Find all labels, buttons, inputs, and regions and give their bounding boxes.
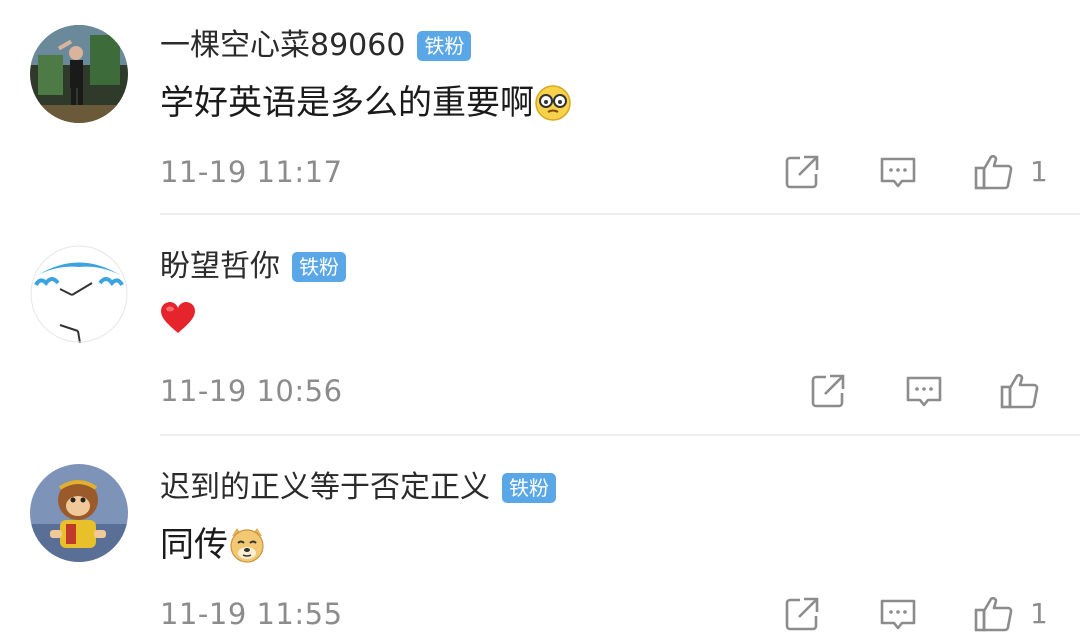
share-icon xyxy=(811,374,845,408)
fan-badge: 铁粉 xyxy=(292,252,346,282)
thumbs-up-icon xyxy=(974,154,1013,190)
name-row: 一棵空心菜89060 铁粉 xyxy=(160,26,472,66)
like-button[interactable] xyxy=(998,369,1042,413)
share-button[interactable] xyxy=(806,369,850,413)
reply-button[interactable] xyxy=(876,592,920,636)
avatar[interactable] xyxy=(30,245,128,343)
comment-item: 迟到的正义等于否定正义 铁粉 同传 11-19 11:55 1 xyxy=(0,436,1080,639)
comment-icon xyxy=(880,157,916,188)
comment-item: 盼望哲你 铁粉 11-19 10:56 xyxy=(0,215,1080,435)
comment-icon xyxy=(880,599,916,630)
name-row: 迟到的正义等于否定正义 铁粉 xyxy=(160,468,556,508)
comment-item: 一棵空心菜89060 铁粉 学好英语是多么的重要啊 11-19 11:17 1 xyxy=(0,0,1080,214)
doge-emoji xyxy=(230,528,264,563)
share-icon xyxy=(785,155,819,189)
timestamp: 11-19 11:17 xyxy=(160,155,343,189)
timestamp: 11-19 11:55 xyxy=(160,597,343,631)
reply-button[interactable] xyxy=(902,369,946,413)
avatar-photo xyxy=(30,25,128,123)
name-row: 盼望哲你 铁粉 xyxy=(160,247,346,287)
comment-list: 一棵空心菜89060 铁粉 学好英语是多么的重要啊 11-19 11:17 1 … xyxy=(0,0,1080,639)
username[interactable]: 迟到的正义等于否定正义 xyxy=(160,468,490,508)
fan-badge: 铁粉 xyxy=(502,473,556,503)
fan-badge: 铁粉 xyxy=(417,31,472,61)
thumbs-up-icon xyxy=(974,596,1013,632)
username[interactable]: 一棵空心菜89060 xyxy=(160,26,405,66)
like-count: 1 xyxy=(1030,155,1048,188)
comment-content xyxy=(160,301,196,335)
reply-button[interactable] xyxy=(876,150,920,194)
comment-text: 同传 xyxy=(160,525,228,565)
thumbs-up-icon xyxy=(1000,373,1039,409)
red-heart-emoji xyxy=(161,302,195,333)
comment-icon xyxy=(906,376,942,407)
avatar[interactable] xyxy=(30,464,128,562)
avatar-cartoon-monkey xyxy=(30,464,128,562)
timestamp: 11-19 10:56 xyxy=(160,374,343,408)
comment-content: 学好英语是多么的重要啊 xyxy=(160,80,572,126)
glasses-face-emoji xyxy=(535,85,571,121)
avatar-clock-image xyxy=(30,245,128,343)
like-button[interactable] xyxy=(972,150,1016,194)
like-count: 1 xyxy=(1030,597,1048,630)
share-button[interactable] xyxy=(780,592,824,636)
share-button[interactable] xyxy=(780,150,824,194)
comment-content: 同传 xyxy=(160,522,266,568)
comment-text: 学好英语是多么的重要啊 xyxy=(160,83,534,123)
share-icon xyxy=(785,597,819,631)
like-button[interactable] xyxy=(972,592,1016,636)
avatar[interactable] xyxy=(30,25,128,123)
username[interactable]: 盼望哲你 xyxy=(160,247,280,287)
